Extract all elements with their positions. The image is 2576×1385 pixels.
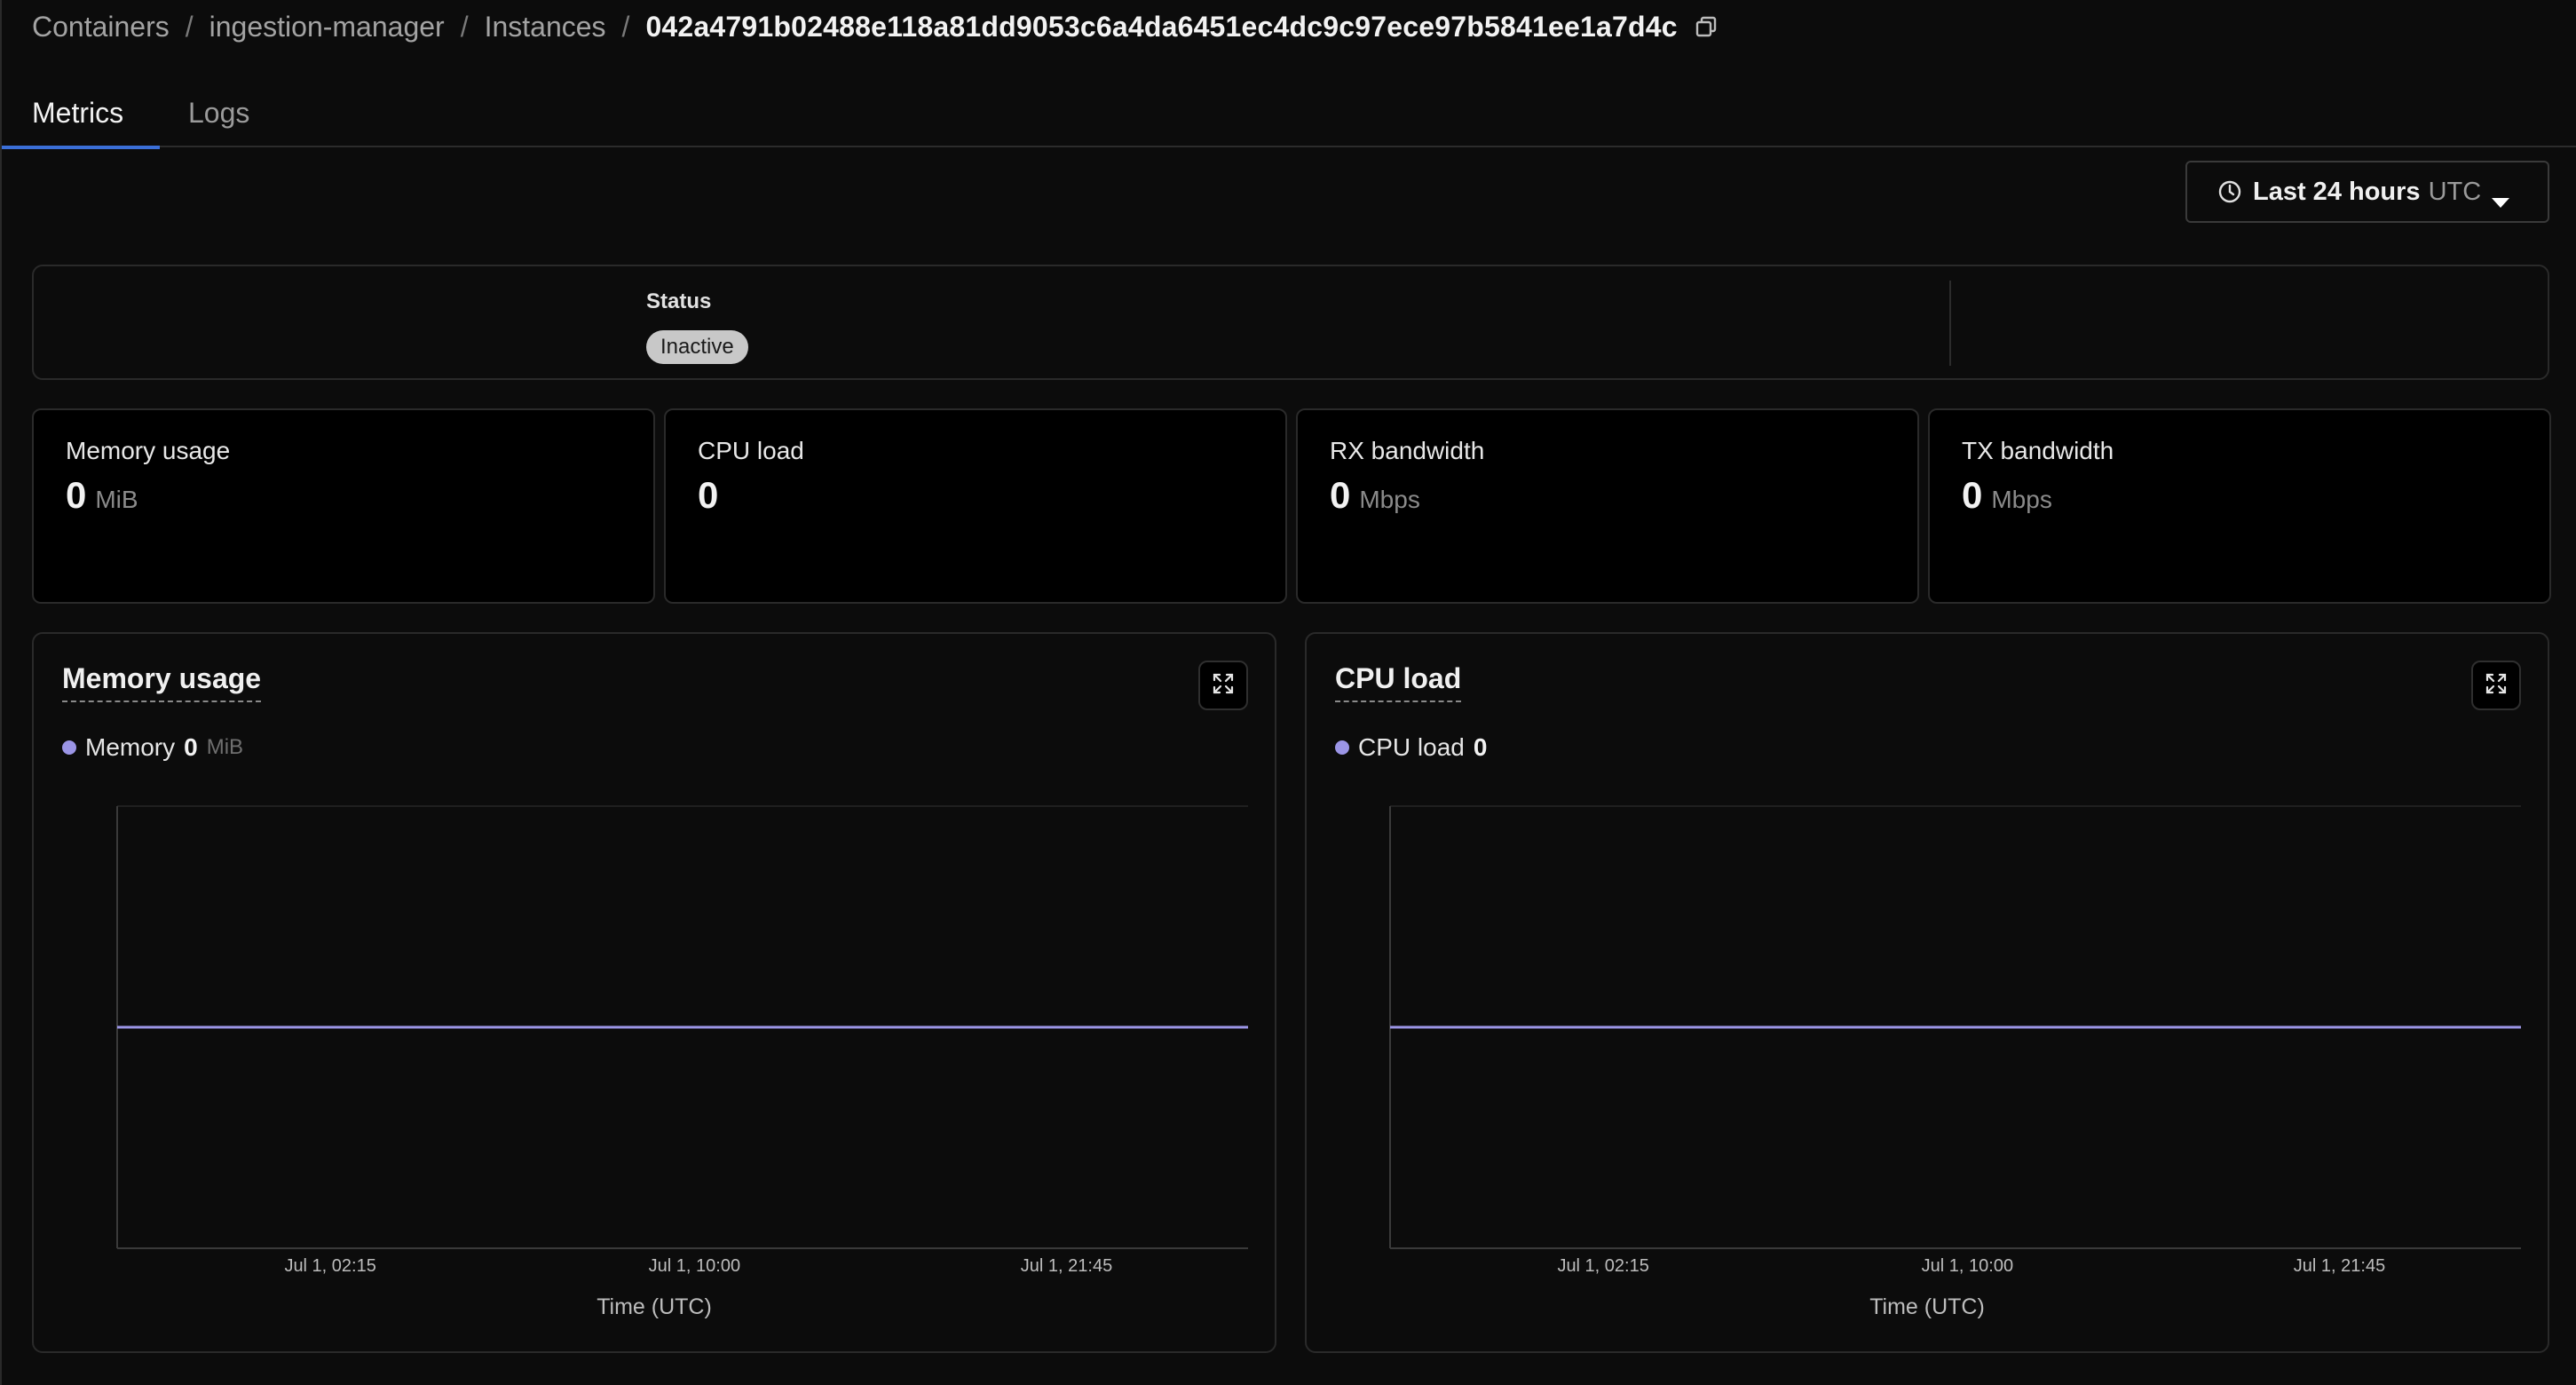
- breadcrumb-separator: /: [621, 10, 630, 43]
- metric-title: RX bandwidth: [1330, 437, 1485, 464]
- expand-button[interactable]: [2471, 661, 2521, 710]
- status-card: Status Inactive: [32, 265, 2549, 380]
- breadcrumb-instances[interactable]: Instances: [485, 11, 606, 44]
- time-range-label: Last 24 hours: [2253, 177, 2421, 206]
- metric-value-group: 0 Mbps: [1330, 474, 1420, 517]
- metric-unit: Mbps: [1991, 486, 2052, 513]
- legend-value: 0: [1473, 733, 1488, 761]
- x-tick-label: Jul 1, 02:15: [1557, 1256, 1648, 1276]
- legend-dot: [1335, 740, 1349, 755]
- metric-title: TX bandwidth: [1962, 437, 2114, 464]
- metric-value-group: 0 MiB: [66, 474, 138, 517]
- copy-icon[interactable]: [1694, 14, 1719, 39]
- legend-label: CPU load: [1358, 733, 1465, 761]
- clock-icon: [2217, 179, 2242, 204]
- metric-title: Memory usage: [66, 437, 231, 464]
- metric-card-rx: RX bandwidth 0 Mbps: [1296, 408, 1919, 604]
- app-window: Containers / ingestion-manager / Instanc…: [0, 0, 2576, 1385]
- x-tick-label: Jul 1, 21:45: [1021, 1256, 1112, 1276]
- x-axis-title: Time (UTC): [597, 1294, 712, 1319]
- tab-bar: Metrics Logs: [2, 78, 2576, 149]
- breadcrumb-containers[interactable]: Containers: [32, 11, 170, 44]
- chart-legend: CPU load 0: [1335, 733, 1496, 762]
- x-tick-label: Jul 1, 02:15: [284, 1256, 375, 1276]
- metric-value: 0: [66, 474, 87, 516]
- metric-value: 0: [698, 474, 719, 516]
- expand-icon: [2485, 672, 2508, 700]
- status-label: Status: [646, 289, 712, 313]
- metric-value: 0: [1962, 474, 1983, 516]
- legend-dot: [62, 740, 76, 755]
- breadcrumb: Containers / ingestion-manager / Instanc…: [32, 7, 1719, 46]
- x-tick-label: Jul 1, 10:00: [1922, 1256, 2013, 1276]
- metric-unit: MiB: [95, 486, 138, 513]
- metric-value: 0: [1330, 474, 1351, 516]
- expand-button[interactable]: [1198, 661, 1248, 710]
- time-range-select[interactable]: Last 24 hours UTC: [2185, 161, 2549, 223]
- chart-title[interactable]: Memory usage: [62, 662, 262, 702]
- x-tick-label: Jul 1, 21:45: [2294, 1256, 2385, 1276]
- metric-card-cpu: CPU load 0: [664, 408, 1287, 604]
- chart-legend: Memory 0 MiB: [62, 733, 243, 762]
- metric-value-group: 0 Mbps: [1962, 474, 2052, 517]
- legend-label: Memory: [85, 733, 176, 761]
- divider: [1949, 281, 1951, 366]
- metric-unit: Mbps: [1359, 486, 1420, 513]
- status-badge: Inactive: [646, 330, 748, 364]
- legend-unit: MiB: [206, 735, 244, 759]
- metric-card-memory: Memory usage 0 MiB: [32, 408, 655, 604]
- legend-value: 0: [184, 733, 198, 761]
- chart-card-cpu: Jul 1, 02:15 Jul 1, 10:00 Jul 1, 21:45 CPU…: [1305, 632, 2549, 1353]
- x-axis-title: Time (UTC): [1869, 1294, 1985, 1319]
- chart-card-memory: Jul 1, 02:15 Jul 1, 10:00 Jul 1, 21:45 Mem…: [32, 632, 1276, 1353]
- expand-icon: [1212, 672, 1235, 700]
- tab-metrics[interactable]: Metrics: [2, 78, 160, 149]
- breadcrumb-container-name[interactable]: ingestion-manager: [209, 11, 445, 44]
- time-range-timezone: UTC: [2428, 177, 2482, 206]
- metric-value-group: 0: [698, 474, 727, 517]
- chevron-down-icon: [2491, 187, 2510, 217]
- chart-title[interactable]: CPU load: [1335, 662, 1462, 702]
- breadcrumb-separator: /: [185, 10, 194, 43]
- breadcrumb-instance-id: 042a4791b02488e118a81dd9053c6a4da6451ec4…: [645, 10, 1678, 43]
- metric-title: CPU load: [698, 437, 804, 464]
- breadcrumb-separator: /: [460, 10, 469, 43]
- metric-card-tx: TX bandwidth 0 Mbps: [1928, 408, 2551, 604]
- x-tick-label: Jul 1, 10:00: [649, 1256, 740, 1276]
- tab-logs[interactable]: Logs: [188, 78, 249, 147]
